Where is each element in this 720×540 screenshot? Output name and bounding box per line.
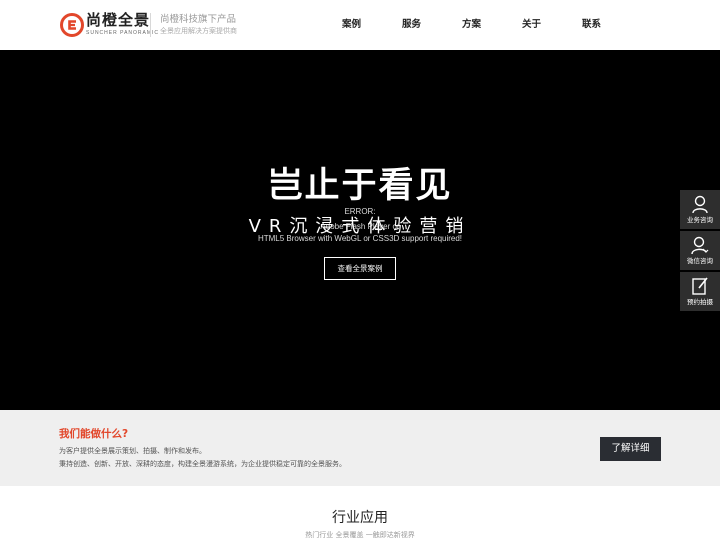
side-wechat-label: 微信咨询 (687, 257, 713, 265)
side-wechat-consult[interactable]: 微信咨询 (680, 231, 720, 270)
nav-services[interactable]: 服务 (402, 0, 421, 50)
nav-about[interactable]: 关于 (522, 0, 541, 50)
band-title: 我们能做什么? (59, 428, 129, 440)
tagline-sub: 全景应用解决方案提供商 (160, 27, 237, 35)
band-description-2: 秉持创造、创新、开放、深耕的态度，构建全景漫游系统，为企业提供稳定可靠的全景服务… (59, 460, 346, 468)
brand-name-cn: 尚橙全景 (86, 11, 151, 29)
hero-subtitle: VR沉浸式体验营销 (248, 216, 472, 237)
nav-cases[interactable]: 案例 (342, 0, 361, 50)
hero-banner: ERROR: Adobe Flash Player or HTML5 Brows… (0, 50, 720, 410)
side-business-consult[interactable]: 业务咨询 (680, 190, 720, 229)
nav-contact[interactable]: 联系 (582, 0, 601, 50)
user-icon (692, 195, 708, 214)
what-we-do-band: 我们能做什么? 为客户提供全景展示策划、拍摄、制作和发布。 秉持创造、创新、开放… (0, 410, 720, 486)
side-book-shoot[interactable]: 预约拍摄 (680, 272, 720, 311)
brand-logo-icon[interactable] (59, 12, 85, 38)
band-description-1: 为客户提供全景展示策划、拍摄、制作和发布。 (59, 447, 206, 455)
learn-more-button[interactable]: 了解详细 (600, 437, 661, 461)
logo-divider (150, 13, 151, 37)
brand-name[interactable]: 尚橙全景 SUNCHER PANORAMIC (86, 11, 159, 37)
edit-icon (692, 277, 708, 295)
side-book-label: 预约拍摄 (687, 298, 713, 306)
tagline: 尚橙科技旗下产品 全景应用解决方案提供商 (160, 13, 237, 37)
wechat-user-icon (691, 236, 709, 255)
site-header: 尚橙全景 SUNCHER PANORAMIC 尚橙科技旗下产品 全景应用解决方案… (0, 0, 720, 50)
brand-name-en: SUNCHER PANORAMIC (86, 30, 160, 36)
tagline-main: 尚橙科技旗下产品 (160, 14, 237, 25)
nav-solutions[interactable]: 方案 (462, 0, 481, 50)
industry-section-subtitle: 热门行业 全景覆盖 一触即达新视界 (305, 531, 415, 539)
hero-title: 岂止于看见 (267, 166, 453, 206)
industry-section-title: 行业应用 (332, 510, 388, 526)
side-business-label: 业务咨询 (687, 216, 713, 224)
view-cases-button[interactable]: 查看全景案例 (324, 257, 396, 280)
